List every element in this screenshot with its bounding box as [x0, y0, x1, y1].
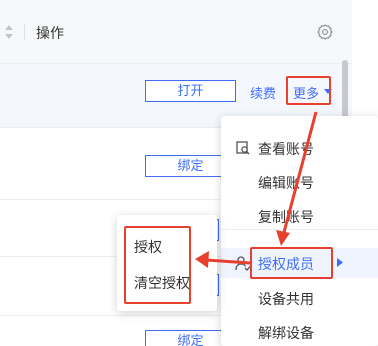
menu-item-label: 查看账号 — [258, 141, 314, 157]
table-header: 操作 — [0, 0, 352, 64]
renew-link[interactable]: 续费 — [250, 83, 276, 102]
chevron-down-icon — [324, 89, 332, 94]
menu-divider — [221, 229, 378, 230]
open-button[interactable]: 打开 — [145, 80, 236, 102]
submenu-item-label: 清空授权 — [134, 275, 190, 291]
submenu-item-label: 授权 — [134, 239, 162, 255]
menu-item-label: 设备共用 — [258, 291, 314, 307]
submenu-item-authorize[interactable]: 授权 — [117, 230, 217, 262]
authorize-submenu: 授权 清空授权 — [117, 215, 217, 311]
menu-item-copy-account[interactable]: 复制账号 — [221, 201, 378, 231]
submenu-item-clear-authorization[interactable]: 清空授权 — [117, 266, 217, 298]
gear-icon[interactable] — [316, 23, 334, 41]
caret-right-icon — [337, 258, 343, 267]
menu-item-authorize-members[interactable]: 授权成员 — [221, 248, 378, 278]
menu-item-label: 编辑账号 — [258, 175, 314, 191]
menu-item-view-account[interactable]: 查看账号 — [221, 133, 378, 163]
view-account-icon — [236, 141, 250, 155]
sort-icon[interactable] — [4, 24, 14, 40]
menu-item-edit-account[interactable]: 编辑账号 — [221, 167, 378, 197]
menu-item-unbind-device[interactable]: 解绑设备 — [221, 317, 378, 346]
user-auth-icon — [235, 256, 251, 271]
more-link[interactable]: 更多 — [293, 83, 319, 102]
column-divider — [24, 24, 25, 40]
more-dropdown-menu: 查看账号 编辑账号 复制账号 授权成员 设备共用 解绑设备 — [221, 116, 378, 346]
menu-item-device-sharing[interactable]: 设备共用 — [221, 283, 378, 313]
vertical-scrollbar[interactable] — [342, 60, 348, 122]
column-title-actions: 操作 — [36, 25, 64, 41]
menu-item-label: 授权成员 — [258, 256, 314, 272]
menu-item-label: 复制账号 — [258, 209, 314, 225]
menu-item-label: 解绑设备 — [258, 325, 314, 341]
